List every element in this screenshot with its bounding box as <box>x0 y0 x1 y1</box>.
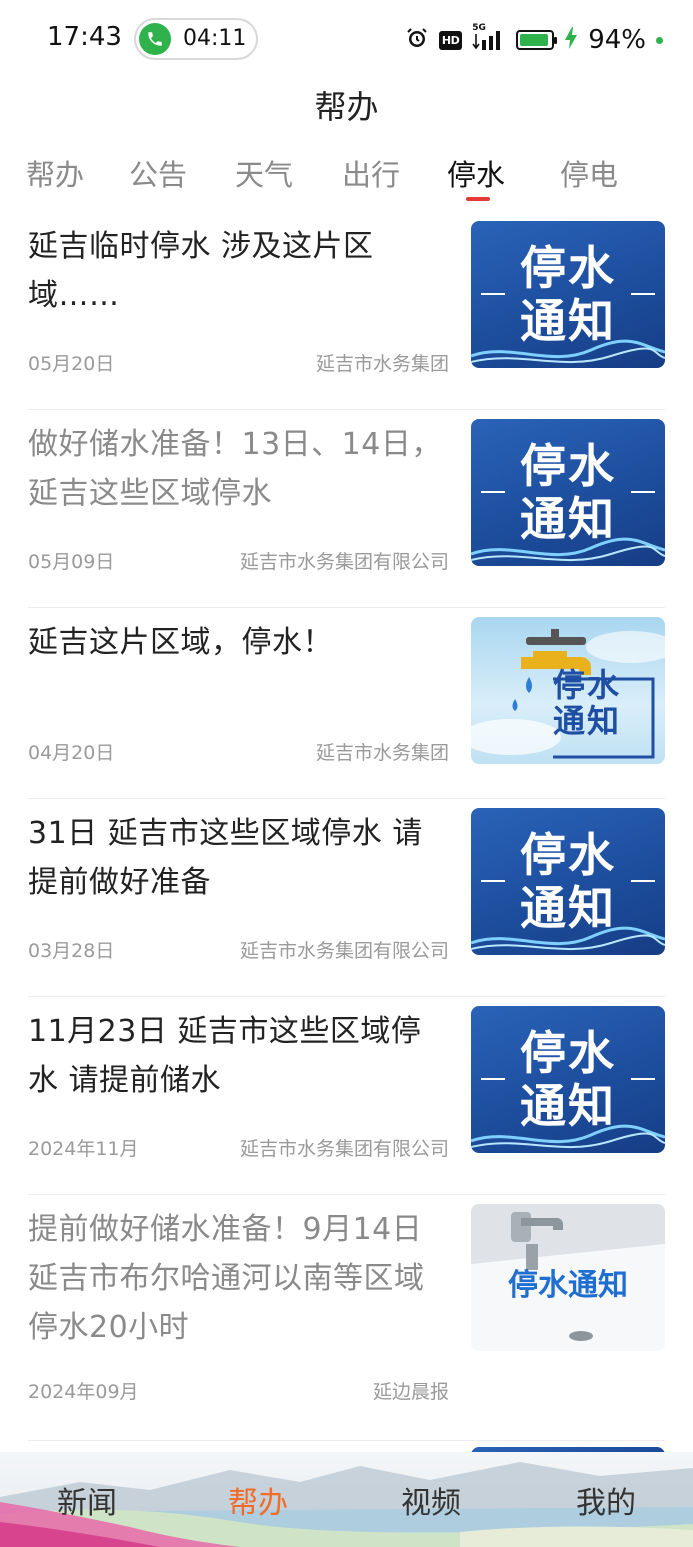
thumbnail-text: 停水 <box>520 1026 616 1080</box>
call-timer: 04:11 <box>183 26 247 51</box>
article-date: 05月09日 <box>28 551 115 573</box>
article-source: 延吉市水务集团 <box>315 353 449 375</box>
thumbnail-text: 停水 <box>520 439 616 493</box>
tab-power-outage[interactable]: 停电 <box>560 152 618 194</box>
thumbnail-text: 通知 <box>553 702 622 740</box>
article-date: 04月20日 <box>28 742 115 764</box>
battery-level <box>520 34 549 46</box>
article-title: 延吉临时停水 涉及这片区域…… <box>28 229 374 313</box>
article-item[interactable]: 提前做好储水准备！9月14日延吉市布尔哈通河以南等区域停水20小时 2024年0… <box>28 1195 665 1441</box>
tab-water-outage[interactable]: 停水 <box>447 152 505 194</box>
article-source: 延吉市水务集团有限公司 <box>239 551 449 573</box>
thumbnail-text: 停水通知 <box>508 1268 628 1303</box>
article-date: 03月28日 <box>28 940 115 962</box>
battery-icon <box>516 30 558 50</box>
article-title: 提前做好储水准备！9月14日延吉市布尔哈通河以南等区域停水20小时 <box>28 1212 425 1345</box>
article-date: 2024年11月 <box>28 1138 139 1160</box>
thumbnail-text: 停水 <box>553 666 622 704</box>
tab-travel[interactable]: 出行 <box>342 152 400 194</box>
article-thumbnail: 停水 通知 <box>471 221 665 368</box>
article-thumbnail: 停水 通知 <box>471 1006 665 1153</box>
privacy-indicator-dot <box>656 36 663 44</box>
status-bar: 17:43 04:11 HD 5G 94% <box>0 0 693 80</box>
hd-voice-badge: HD <box>438 30 463 50</box>
status-time: 17:43 <box>47 22 122 52</box>
status-icons: HD 5G 94% <box>405 23 663 56</box>
article-thumbnail: 停水 通知 <box>471 808 665 955</box>
article-item[interactable]: 做好储水准备！13日、14日，延吉这些区域停水 05月09日 延吉市水务集团有限… <box>28 410 665 608</box>
category-tabs: 帮办 公告 天气 出行 停水 停电 <box>0 152 693 202</box>
charging-icon <box>564 26 578 54</box>
battery-percent: 94% <box>588 25 646 55</box>
nav-news[interactable]: 新闻 <box>57 1478 117 1522</box>
thumbnail-text: 停水 <box>520 241 616 295</box>
tab-bangban[interactable]: 帮办 <box>26 152 84 194</box>
nav-video[interactable]: 视频 <box>401 1478 461 1522</box>
article-title: 31日 延吉市这些区域停水 请提前做好准备 <box>28 816 423 900</box>
article-source: 延边晨报 <box>372 1381 449 1403</box>
bottom-navigation: 新闻 帮办 视频 我的 <box>0 1452 693 1547</box>
article-item[interactable]: 延吉临时停水 涉及这片区域…… 05月20日 延吉市水务集团 停水 通知 <box>28 212 665 410</box>
tab-weather[interactable]: 天气 <box>235 152 293 194</box>
ongoing-call-pill[interactable]: 04:11 <box>134 18 258 60</box>
nav-me[interactable]: 我的 <box>576 1478 636 1522</box>
article-list: 延吉临时停水 涉及这片区域…… 05月20日 延吉市水务集团 停水 通知 做好储… <box>0 212 693 1487</box>
article-item[interactable]: 11月23日 延吉市这些区域停水 请提前储水 2024年11月 延吉市水务集团有… <box>28 997 665 1195</box>
alarm-icon <box>405 26 429 54</box>
active-tab-indicator <box>466 197 490 201</box>
phone-icon <box>139 23 171 55</box>
thumbnail-text: 停水 <box>520 828 616 882</box>
signal-icon: 5G <box>472 23 506 54</box>
tab-announcement[interactable]: 公告 <box>129 152 187 194</box>
article-source: 延吉市水务集团有限公司 <box>239 1138 449 1160</box>
article-thumbnail: 停水 通知 <box>471 419 665 566</box>
article-title: 11月23日 延吉市这些区域停水 请提前储水 <box>28 1014 422 1098</box>
article-title: 做好储水准备！13日、14日，延吉这些区域停水 <box>28 427 442 511</box>
article-thumbnail: 停水 通知 <box>471 617 665 764</box>
page-title: 帮办 <box>314 88 379 126</box>
article-source: 延吉市水务集团 <box>315 742 449 764</box>
article-thumbnail: 停水通知 <box>471 1204 665 1351</box>
article-item[interactable]: 延吉这片区域，停水！ 04月20日 延吉市水务集团 停水 通知 <box>28 608 665 799</box>
article-source: 延吉市水务集团有限公司 <box>239 940 449 962</box>
article-title: 延吉这片区域，停水！ <box>28 625 333 660</box>
article-date: 05月20日 <box>28 353 115 375</box>
nav-bangban[interactable]: 帮办 <box>228 1478 288 1522</box>
article-date: 2024年09月 <box>28 1381 139 1403</box>
article-item[interactable]: 31日 延吉市这些区域停水 请提前做好准备 03月28日 延吉市水务集团有限公司… <box>28 799 665 997</box>
